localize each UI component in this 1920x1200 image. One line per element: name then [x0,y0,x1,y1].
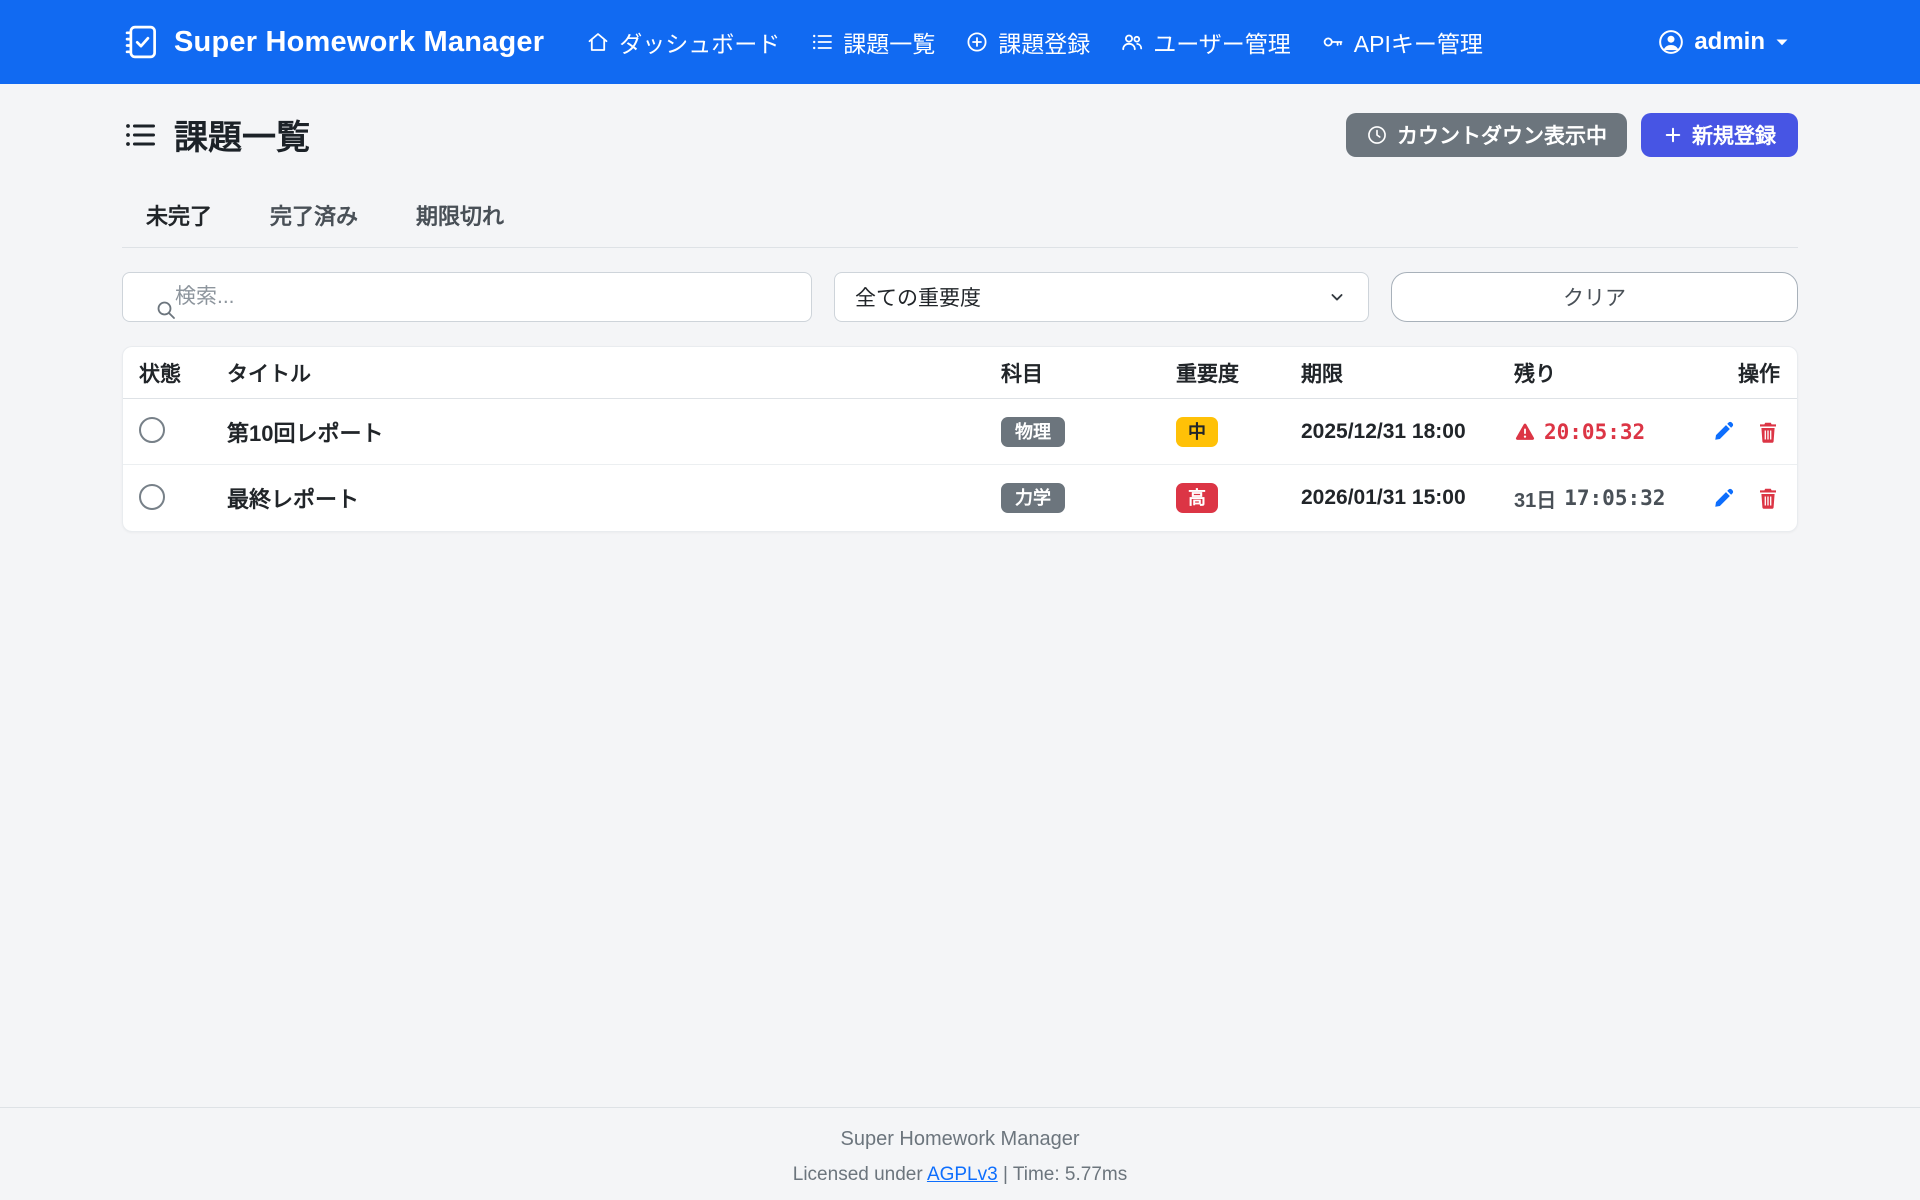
brand-title: Super Homework Manager [174,26,544,59]
nav-user-management-label: ユーザー管理 [1153,25,1291,59]
tab-expired[interactable]: 期限切れ [398,187,522,247]
chevron-down-icon [1326,286,1348,308]
col-operations: 操作 [1692,358,1782,388]
subject-badge: 物理 [1001,417,1065,447]
head-actions: カウントダウン表示中 新規登録 [1346,113,1798,157]
nav-user-management[interactable]: ユーザー管理 [1120,25,1291,59]
nav-assignment-create-label: 課題登録 [998,25,1090,59]
user-name: admin [1694,28,1765,56]
col-priority: 重要度 [1176,358,1301,388]
deadline-text: 2026/01/31 15:00 [1301,486,1514,510]
brand[interactable]: Super Homework Manager [122,23,544,61]
filter-bar: 全ての重要度 クリア [122,272,1798,322]
agpl-license-link[interactable]: AGPLv3 [927,1164,998,1185]
tab-incomplete[interactable]: 未完了 [128,187,230,247]
clock-icon [1366,124,1388,146]
col-remaining: 残り [1514,358,1692,388]
remaining-countdown: 20:05:32 [1514,420,1692,444]
col-status: 状態 [139,358,227,388]
countdown-toggle-button[interactable]: カウントダウン表示中 [1346,113,1627,157]
assignment-title: 第10回レポート [227,416,1001,448]
footer-license-prefix: Licensed under [793,1164,923,1185]
remaining-time: 20:05:32 [1544,420,1645,444]
assignment-title: 最終レポート [227,482,1001,514]
footer-license: Licensed under AGPLv3 | Time: 5.77ms [0,1164,1920,1186]
priority-badge: 高 [1176,483,1218,513]
page-head: 課題一覧 カウントダウン表示中 新規登録 [122,110,1798,159]
user-menu[interactable]: admin [1657,28,1790,56]
new-assignment-label: 新規登録 [1692,120,1776,150]
edit-button[interactable] [1711,486,1736,511]
new-assignment-button[interactable]: 新規登録 [1641,113,1798,157]
col-subject: 科目 [1001,358,1176,388]
person-circle-icon [1657,28,1685,56]
users-icon [1120,30,1144,54]
countdown-toggle-label: カウントダウン表示中 [1397,120,1607,150]
plus-circle-icon [965,30,989,54]
nav-dashboard-label: ダッシュボード [619,25,780,59]
delete-button[interactable] [1756,420,1780,444]
list-title-icon [122,117,158,153]
nav-assignment-create[interactable]: 課題登録 [965,25,1090,59]
list-icon [810,30,834,54]
nav-apikey-management[interactable]: APIキー管理 [1321,25,1483,59]
key-icon [1321,30,1345,54]
page-footer: Super Homework Manager Licensed under AG… [0,1107,1920,1200]
row-operations [1692,419,1782,444]
journal-check-icon [122,23,160,61]
main-nav: ダッシュボード 課題一覧 課題登録 [586,25,1483,59]
remaining-time: 17:05:32 [1564,486,1665,510]
delete-button[interactable] [1756,486,1780,510]
nav-dashboard[interactable]: ダッシュボード [586,25,780,59]
remaining-days: 31日 [1514,484,1556,513]
nav-assignment-list[interactable]: 課題一覧 [810,25,935,59]
col-title: タイトル [227,358,1001,388]
home-icon [586,30,610,54]
caret-down-icon [1774,34,1790,50]
footer-brand: Super Homework Manager [0,1128,1920,1151]
status-toggle[interactable] [139,484,165,510]
status-toggle[interactable] [139,417,165,443]
warning-triangle-icon [1514,421,1536,443]
footer-license-suffix: | Time: 5.77ms [998,1164,1128,1185]
remaining-countdown: 31日 17:05:32 [1514,484,1692,513]
subject-badge: 力学 [1001,483,1065,513]
search-wrap [122,272,812,322]
nav-assignment-list-label: 課題一覧 [843,25,935,59]
status-tabs: 未完了 完了済み 期限切れ [122,187,1798,248]
nav-apikey-management-label: APIキー管理 [1354,25,1483,59]
priority-badge: 中 [1176,417,1218,447]
table-row: 第10回レポート 物理 中 2025/12/31 18:00 20:05:32 [123,399,1797,465]
assignments-table: 状態 タイトル 科目 重要度 期限 残り 操作 第10回レポート 物理 中 20… [122,346,1798,532]
page-title: 課題一覧 [122,110,310,159]
priority-select[interactable]: 全ての重要度 [834,272,1369,322]
deadline-text: 2025/12/31 18:00 [1301,420,1514,444]
search-input[interactable] [122,272,812,322]
edit-button[interactable] [1711,419,1736,444]
page-title-text: 課題一覧 [174,110,310,159]
main-content: 課題一覧 カウントダウン表示中 新規登録 未完了 [122,84,1798,1107]
priority-select-value: 全ての重要度 [855,282,981,312]
table-row: 最終レポート 力学 高 2026/01/31 15:00 31日 17:05:3… [123,465,1797,531]
top-navbar: Super Homework Manager ダッシュボード 課題一覧 [0,0,1920,84]
plus-icon [1663,125,1683,145]
table-header-row: 状態 タイトル 科目 重要度 期限 残り 操作 [123,347,1797,399]
col-deadline: 期限 [1301,358,1514,388]
clear-filters-button[interactable]: クリア [1391,272,1798,322]
tab-completed[interactable]: 完了済み [252,187,376,247]
row-operations [1692,486,1782,511]
